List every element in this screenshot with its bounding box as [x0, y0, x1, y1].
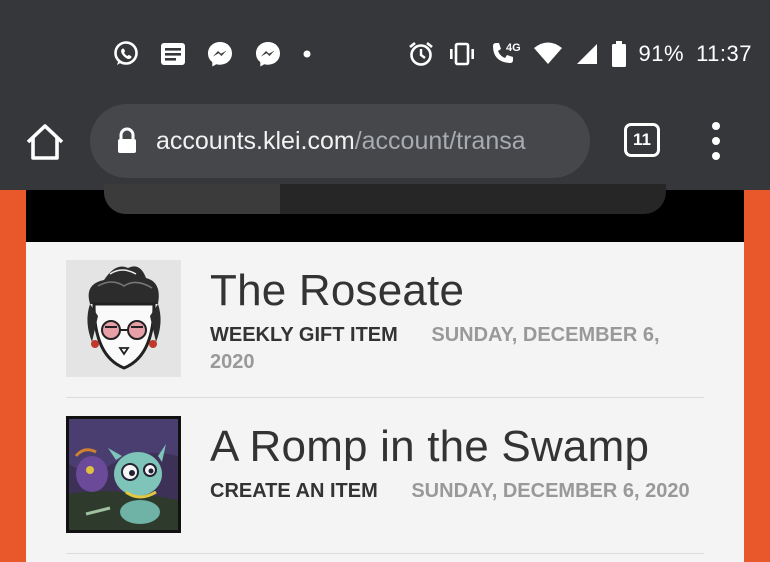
site-nav-tab[interactable] — [104, 184, 280, 214]
item-date: SUNDAY, DECEMBER 6, 2020 — [411, 480, 690, 502]
transaction-list: The Roseate WEEKLY GIFT ITEM SUNDAY, DEC… — [26, 242, 744, 562]
url-host: accounts.klei.com — [156, 126, 355, 155]
vibrate-icon — [449, 42, 474, 66]
messenger-icon — [208, 42, 232, 67]
address-bar[interactable]: accounts.klei.com/account/transa — [90, 104, 590, 178]
battery-percent: 91% — [638, 41, 685, 66]
status-bar: 4G 91% 11:37 — [0, 0, 770, 100]
home-icon[interactable] — [24, 122, 66, 162]
messenger-icon — [256, 42, 280, 67]
volte-call-icon: 4G — [492, 42, 521, 63]
battery-icon — [611, 41, 626, 67]
cell-signal-icon — [576, 44, 597, 64]
roseate-character-icon — [66, 260, 181, 377]
item-meta: WEEKLY GIFT ITEM SUNDAY, DECEMBER 6, 202… — [210, 322, 690, 376]
whatsapp-icon — [114, 41, 138, 65]
tab-switcher-button[interactable]: 11 — [624, 123, 660, 157]
item-type: WEEKLY GIFT ITEM — [210, 324, 398, 346]
item-type: CREATE AN ITEM — [210, 480, 378, 502]
message-icon — [161, 43, 185, 65]
overflow-menu-icon[interactable] — [704, 120, 728, 162]
url-path: /account/transa — [354, 126, 526, 155]
site-header — [26, 184, 744, 242]
list-item[interactable]: The Roseate WEEKLY GIFT ITEM SUNDAY, DEC… — [66, 242, 704, 398]
item-title[interactable]: The Roseate — [210, 266, 464, 316]
more-dot-icon — [303, 50, 311, 58]
notification-icons — [112, 40, 312, 68]
wifi-icon — [533, 42, 562, 64]
lock-icon — [118, 127, 136, 153]
swamp-creature-icon — [66, 416, 181, 533]
browser-toolbar: accounts.klei.com/account/transa 11 — [0, 100, 770, 190]
item-meta: CREATE AN ITEM SUNDAY, DECEMBER 6, 2020 — [210, 478, 690, 505]
alarm-icon — [408, 41, 433, 66]
site-nav-bar[interactable] — [104, 184, 666, 214]
url-text: accounts.klei.com/account/transa — [156, 127, 526, 156]
system-icons: 4G 91% 11:37 — [407, 40, 752, 68]
network-label: 4G — [506, 42, 521, 54]
list-item[interactable]: A Romp in the Swamp CREATE AN ITEM SUNDA… — [66, 398, 704, 554]
clock: 11:37 — [696, 41, 752, 66]
item-title[interactable]: A Romp in the Swamp — [210, 422, 649, 472]
